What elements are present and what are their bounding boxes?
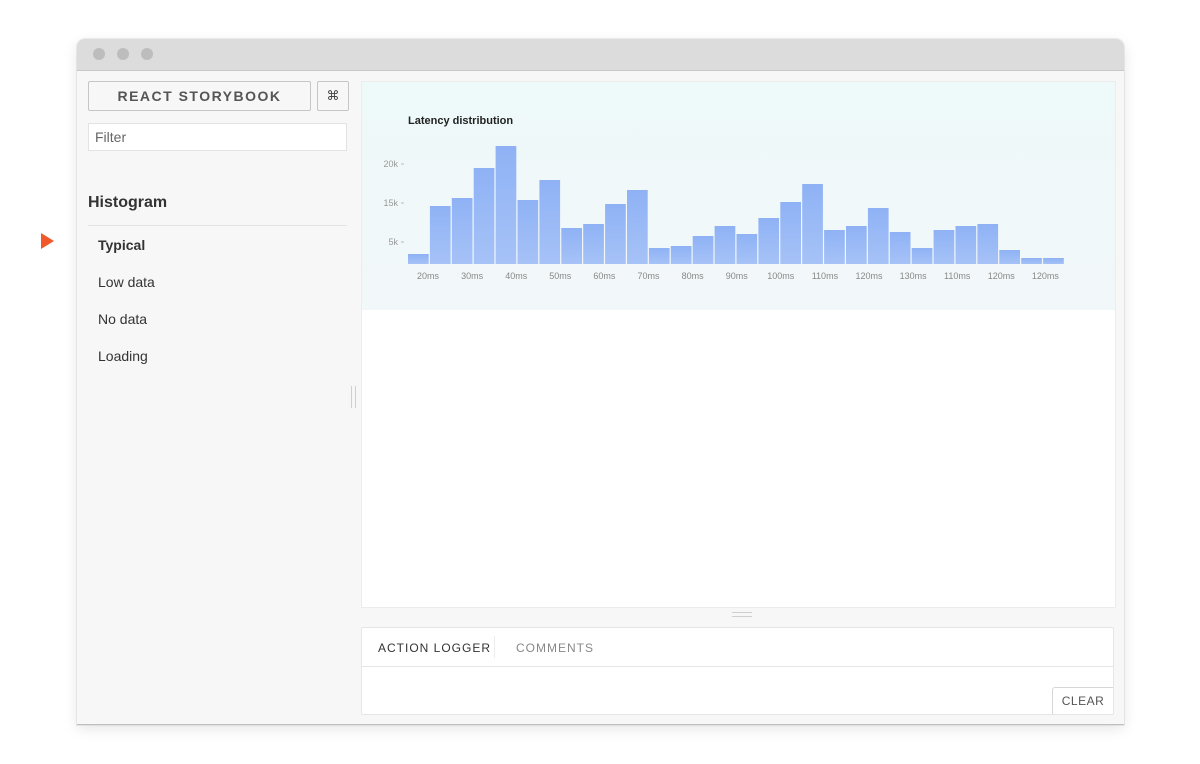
y-tick-label: 20k	[383, 159, 398, 169]
histogram-bar	[473, 168, 495, 264]
filter-input[interactable]	[88, 123, 347, 151]
histogram-bar	[627, 190, 648, 264]
histogram-bar	[495, 146, 517, 264]
histogram-bar	[692, 236, 714, 264]
window-bottom-border	[77, 724, 1124, 725]
x-tick-label: 40ms	[505, 271, 528, 281]
histogram-bar	[977, 224, 999, 264]
x-tick-label: 110ms	[944, 271, 971, 281]
histogram-bar	[1021, 258, 1042, 264]
preview-panel: Latency distribution 20k 15k 5k 20ms 30ms 40m…	[361, 81, 1116, 608]
x-tick-label: 80ms	[682, 271, 705, 281]
x-tick-label: 120ms	[1032, 271, 1060, 281]
sidebar-resize-handle[interactable]	[351, 386, 356, 408]
histogram-chart: Latency distribution 20k 15k 5k 20ms 30ms 40m…	[362, 82, 1115, 310]
histogram-bar	[736, 234, 758, 264]
histogram-bar	[561, 228, 582, 264]
histogram-bar	[670, 246, 692, 264]
window-titlebar	[77, 39, 1124, 71]
browser-window: REACT STORYBOOK ⌘ Histogram Typical Low …	[77, 39, 1124, 725]
shortcuts-button[interactable]: ⌘	[317, 81, 349, 111]
x-tick-label: 100ms	[767, 271, 795, 281]
x-tick-label: 130ms	[900, 271, 928, 281]
x-tick-label: 110ms	[812, 271, 839, 281]
histogram-bar	[1043, 258, 1064, 264]
story-item-no-data[interactable]: No data	[98, 311, 147, 327]
maximize-window-dot-icon[interactable]	[141, 48, 153, 60]
histogram-bar	[605, 204, 626, 264]
histogram-bar	[583, 224, 604, 264]
kind-divider	[88, 225, 347, 226]
storybook-title-button[interactable]: REACT STORYBOOK	[88, 81, 311, 111]
histogram-bar	[933, 230, 955, 264]
x-tick-label: 60ms	[593, 271, 616, 281]
preview-resize-handle[interactable]	[732, 612, 752, 617]
tab-divider	[494, 636, 495, 658]
histogram-bar	[648, 248, 670, 264]
y-tick-label: 5k	[388, 237, 398, 247]
histogram-bar	[867, 208, 889, 264]
clear-button[interactable]: CLEAR	[1052, 687, 1113, 714]
histogram-bar	[824, 230, 845, 264]
histogram-svg: Latency distribution 20k 15k 5k 20ms 30ms 40m…	[383, 115, 1064, 281]
chart-title: Latency distribution	[408, 115, 513, 127]
selected-story-pointer-icon	[41, 233, 54, 249]
x-tick-label: 90ms	[726, 271, 749, 281]
histogram-bar	[539, 180, 561, 264]
tab-action-logger[interactable]: ACTION LOGGER	[378, 641, 491, 655]
histogram-bar	[758, 218, 780, 264]
tab-comments[interactable]: COMMENTS	[516, 641, 594, 655]
histogram-bar	[955, 226, 977, 264]
histogram-bar	[999, 250, 1020, 264]
story-item-typical[interactable]: Typical	[98, 237, 145, 253]
histogram-bar	[408, 254, 429, 264]
histogram-bar	[714, 226, 736, 264]
addons-panel: ACTION LOGGER COMMENTS CLEAR	[361, 627, 1114, 715]
x-tick-label: 120ms	[988, 271, 1016, 281]
minimize-window-dot-icon[interactable]	[117, 48, 129, 60]
histogram-bar	[911, 248, 933, 264]
x-tick-label: 70ms	[637, 271, 660, 281]
x-tick-label: 50ms	[549, 271, 572, 281]
story-item-loading[interactable]: Loading	[98, 348, 148, 364]
histogram-bar	[780, 202, 801, 264]
histogram-bar	[429, 206, 451, 264]
histogram-bar	[517, 200, 539, 264]
histogram-bar	[889, 232, 911, 264]
close-window-dot-icon[interactable]	[93, 48, 105, 60]
histogram-bar	[451, 198, 473, 264]
x-tick-label: 30ms	[461, 271, 484, 281]
addon-tabs: ACTION LOGGER COMMENTS	[362, 628, 1113, 667]
story-item-low-data[interactable]: Low data	[98, 274, 155, 290]
story-kind-heading[interactable]: Histogram	[88, 194, 167, 212]
histogram-bar	[802, 184, 823, 264]
y-tick-label: 15k	[383, 198, 398, 208]
x-tick-label: 120ms	[855, 271, 883, 281]
command-key-icon: ⌘	[326, 88, 340, 103]
histogram-bar	[846, 226, 867, 264]
x-tick-label: 20ms	[417, 271, 440, 281]
